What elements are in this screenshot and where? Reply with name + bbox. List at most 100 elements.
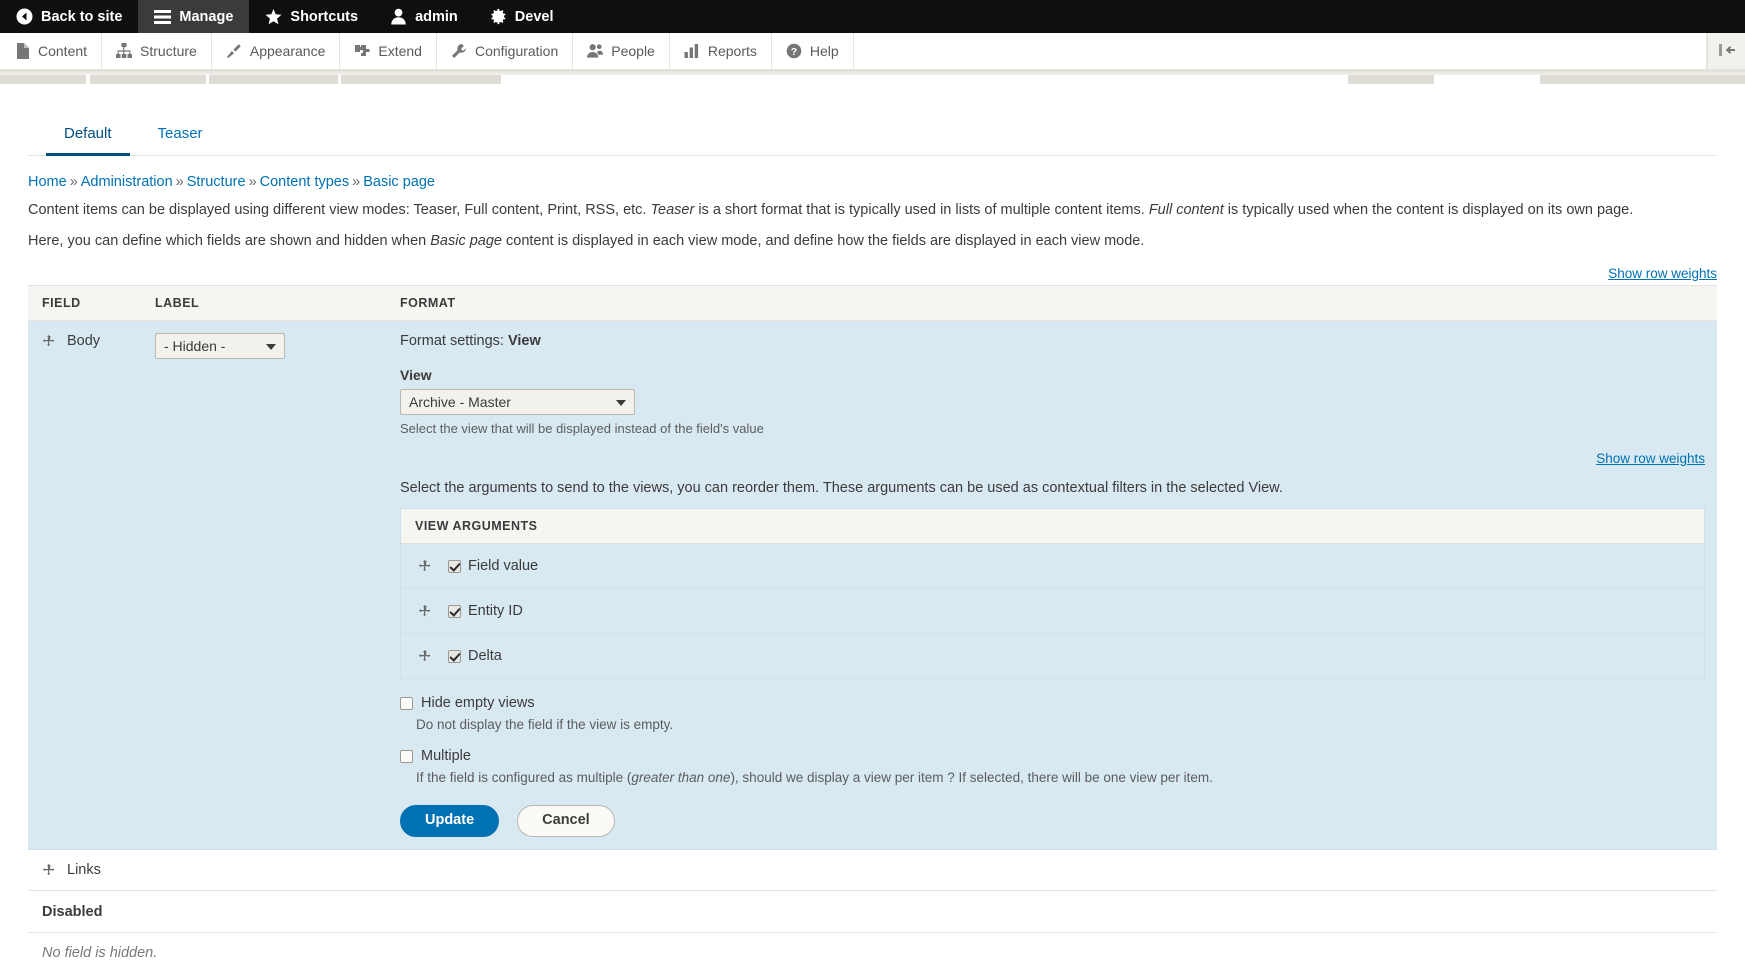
breadcrumb-link-administration[interactable]: Administration bbox=[81, 174, 173, 190]
toolbar-item-label: Back to site bbox=[41, 8, 123, 25]
orientation-toggle-icon bbox=[1717, 43, 1737, 60]
view-argument-row: Delta bbox=[401, 634, 1705, 679]
show-row-weights-link[interactable]: Show row weights bbox=[1608, 266, 1717, 281]
label-display-select[interactable]: - Hidden - bbox=[155, 333, 285, 360]
cancel-button[interactable]: Cancel bbox=[517, 805, 615, 838]
menu-item-label: Structure bbox=[140, 43, 197, 59]
toolbar-item-admin[interactable]: admin bbox=[374, 0, 474, 33]
disabled-region-cell: Disabled bbox=[28, 890, 1717, 934]
field-label-text: Body bbox=[67, 333, 101, 350]
view-argument-cell: Delta bbox=[401, 634, 1705, 679]
label-select-wrapper: - Hidden - bbox=[155, 333, 285, 360]
show-row-weights-container: Show row weights bbox=[28, 265, 1717, 281]
drag-handle-icon[interactable] bbox=[418, 604, 431, 618]
menu-item-label: Help bbox=[809, 43, 839, 59]
people-icon bbox=[587, 43, 604, 59]
menu-item-extend[interactable]: Extend bbox=[340, 33, 437, 69]
desc-text: content is displayed in each view mode, … bbox=[501, 232, 1145, 249]
show-row-weights-inner-link[interactable]: Show row weights bbox=[1596, 451, 1705, 466]
update-button[interactable]: Update bbox=[400, 805, 500, 838]
tab-default[interactable]: Default bbox=[46, 117, 130, 156]
user-icon bbox=[390, 8, 407, 25]
view-select[interactable]: Archive - Master bbox=[400, 389, 635, 416]
hide-empty-views-help: Do not display the field if the view is … bbox=[416, 717, 674, 733]
view-modes-description: Content items can be displayed using dif… bbox=[28, 201, 1717, 221]
hide-empty-views-row: Hide empty views bbox=[400, 695, 1705, 711]
toolbar-item-manage[interactable]: Manage bbox=[138, 0, 250, 33]
menu-item-reports[interactable]: Reports bbox=[670, 33, 772, 69]
star-icon bbox=[265, 8, 282, 25]
menu-item-structure[interactable]: Structure bbox=[102, 33, 212, 69]
argument-field-value: Field value bbox=[415, 558, 1690, 574]
multiple-row: Multiple bbox=[400, 748, 1705, 764]
desc-text: is typically used when the content is di… bbox=[1223, 202, 1634, 218]
sitemap-icon bbox=[116, 43, 133, 59]
admin-toolbar: Back to site Manage Shortcuts admin Deve… bbox=[0, 0, 1745, 33]
desc-text: Content items can be displayed using dif… bbox=[28, 202, 651, 218]
toolbar-item-devel[interactable]: Devel bbox=[474, 0, 570, 33]
drag-handle-icon[interactable] bbox=[418, 559, 431, 573]
hide-empty-views-label[interactable]: Hide empty views bbox=[421, 695, 535, 711]
table-row-disabled-region: Disabled bbox=[28, 890, 1717, 934]
cell-field-name: Body bbox=[28, 320, 143, 851]
menu-item-label: Configuration bbox=[474, 43, 559, 59]
breadcrumb-link-structure[interactable]: Structure bbox=[187, 174, 246, 190]
barchart-icon bbox=[684, 43, 700, 59]
drag-handle-icon[interactable] bbox=[42, 334, 55, 348]
view-mode-tabs: Default Teaser bbox=[28, 117, 1717, 156]
argument-checkbox-group: Delta bbox=[448, 648, 502, 664]
view-arguments-header: View arguments bbox=[400, 508, 1705, 545]
table-head: Field Label Format bbox=[28, 285, 1717, 322]
menu-spacer bbox=[854, 33, 1707, 69]
table-body: Body - Hidden - Format settings: View Vi… bbox=[28, 320, 1717, 973]
menu-item-help[interactable]: ? Help bbox=[772, 33, 854, 69]
table-header-row: Field Label Format bbox=[28, 285, 1717, 322]
multiple-label[interactable]: Multiple bbox=[421, 748, 471, 764]
breadcrumb-link-home[interactable]: Home bbox=[28, 174, 67, 190]
menu-item-configuration[interactable]: Configuration bbox=[437, 33, 574, 69]
breadcrumb-link-basic-page[interactable]: Basic page bbox=[363, 174, 435, 190]
menu-item-label: Extend bbox=[378, 43, 422, 59]
toolbar-item-label: Shortcuts bbox=[290, 8, 359, 25]
tab-teaser[interactable]: Teaser bbox=[140, 117, 221, 156]
field-label-text: Links bbox=[67, 862, 101, 879]
multiple-help: If the field is configured as multiple (… bbox=[416, 770, 1705, 785]
checkbox-entity-id[interactable] bbox=[448, 604, 461, 618]
orientation-toggle-button[interactable] bbox=[1707, 33, 1745, 69]
breadcrumb: Home» Administration» Structure» Content ty… bbox=[28, 174, 1717, 190]
argument-checkbox-group: Field value bbox=[448, 558, 538, 574]
hamburger-icon bbox=[154, 8, 172, 25]
checkbox-delta[interactable] bbox=[448, 649, 461, 663]
table-row-disabled-empty: No field is hidden. bbox=[28, 933, 1717, 973]
view-argument-cell: Field value bbox=[400, 543, 1705, 590]
checkbox-field-value[interactable] bbox=[448, 559, 461, 573]
field-display-table: Field Label Format Body bbox=[28, 285, 1717, 973]
argument-delta: Delta bbox=[415, 648, 1690, 664]
menu-item-appearance[interactable]: Appearance bbox=[212, 33, 341, 69]
argument-checkbox-group: Entity ID bbox=[448, 603, 523, 619]
menu-item-label: Reports bbox=[707, 43, 757, 59]
cell-field-name: Links bbox=[28, 849, 143, 892]
menu-item-people[interactable]: People bbox=[573, 33, 670, 69]
drag-handle-icon[interactable] bbox=[42, 863, 55, 877]
toolbar-item-back-to-site[interactable]: Back to site bbox=[0, 0, 138, 33]
format-settings-title: Format settings: View bbox=[400, 333, 1705, 349]
table-row-body: Body - Hidden - Format settings: View Vi… bbox=[28, 320, 1717, 851]
breadcrumb-link-content-types[interactable]: Content types bbox=[260, 174, 349, 190]
drag-handle-icon[interactable] bbox=[418, 649, 431, 663]
view-select-wrapper: Archive - Master bbox=[400, 389, 635, 416]
checkbox-multiple[interactable] bbox=[400, 749, 413, 763]
column-header-label: Label bbox=[143, 285, 388, 322]
admin-menu-bar: Content Structure Appearance Extend Conf… bbox=[0, 33, 1745, 70]
breadcrumb-separator: » bbox=[69, 174, 78, 190]
menu-item-content[interactable]: Content bbox=[0, 33, 103, 69]
menu-item-label: Appearance bbox=[249, 43, 326, 59]
argument-label: Field value bbox=[468, 558, 539, 575]
format-settings-value: View bbox=[507, 333, 541, 350]
column-header-format: Format bbox=[388, 285, 1717, 322]
svg-text:?: ? bbox=[791, 46, 797, 58]
disabled-region-title: Disabled bbox=[42, 904, 103, 921]
toolbar-item-shortcuts[interactable]: Shortcuts bbox=[249, 0, 374, 33]
cell-label-empty bbox=[143, 849, 388, 892]
checkbox-hide-empty-views[interactable] bbox=[400, 696, 413, 710]
